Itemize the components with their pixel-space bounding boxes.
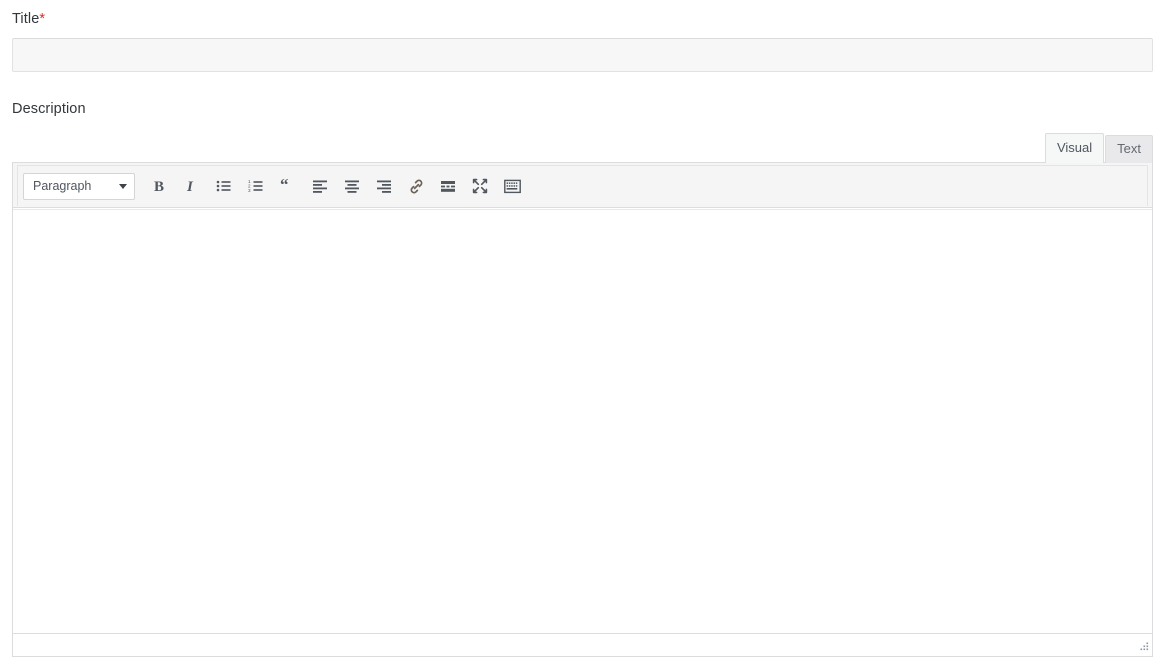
resize-grip-icon[interactable] — [1136, 640, 1150, 654]
editor-toolbar: Paragraph B I 1 2 3 “ — [13, 163, 1152, 208]
required-asterisk: * — [39, 11, 46, 27]
chevron-down-icon — [119, 183, 127, 189]
editor-toolbar-row: Paragraph B I 1 2 3 “ — [17, 165, 1148, 206]
title-label-text: Title — [12, 11, 40, 27]
title-input[interactable] — [12, 38, 1153, 72]
editor-container: Paragraph B I 1 2 3 “ — [12, 162, 1153, 657]
numbered-list-button[interactable]: 1 2 3 — [240, 172, 272, 201]
svg-text:B: B — [154, 179, 164, 194]
svg-text:3: 3 — [248, 188, 251, 193]
bold-button[interactable]: B — [144, 172, 176, 201]
align-center-button[interactable] — [336, 172, 368, 201]
editor-mode-tabs: Visual Text — [1044, 133, 1153, 163]
format-select-value: Paragraph — [33, 179, 92, 193]
description-editor: Visual Text Paragraph B I 1 2 3 “ — [12, 133, 1153, 657]
link-icon — [410, 179, 422, 193]
description-field-label: Description — [12, 101, 86, 117]
bullet-list-button[interactable] — [208, 172, 240, 201]
bold-icon: B — [154, 179, 164, 194]
svg-text:I: I — [186, 179, 194, 194]
unordered-list-icon — [216, 180, 231, 192]
tab-visual[interactable]: Visual — [1044, 133, 1105, 163]
fullscreen-button[interactable] — [464, 172, 496, 201]
insert-link-button[interactable] — [400, 172, 432, 201]
blockquote-icon: “ — [280, 178, 289, 194]
align-right-icon — [377, 180, 391, 193]
italic-icon: I — [186, 179, 194, 194]
svg-text:“: “ — [280, 178, 289, 194]
italic-button[interactable]: I — [176, 172, 208, 201]
align-left-button[interactable] — [304, 172, 336, 201]
align-right-button[interactable] — [368, 172, 400, 201]
fullscreen-icon — [472, 178, 488, 194]
align-left-icon — [313, 180, 327, 193]
editor-content-area[interactable] — [13, 209, 1152, 633]
title-field-label: Title* — [12, 10, 45, 28]
tab-text[interactable]: Text — [1105, 135, 1153, 163]
align-center-icon — [345, 180, 359, 193]
insert-more-icon — [441, 181, 455, 192]
edit-form-page: Title* Description Visual Text Paragraph — [0, 0, 1166, 669]
toolbar-toggle-button[interactable] — [496, 172, 528, 201]
editor-statusbar — [13, 633, 1152, 656]
read-more-button[interactable] — [432, 172, 464, 201]
format-select[interactable]: Paragraph — [23, 172, 135, 200]
blockquote-button[interactable]: “ — [272, 172, 304, 201]
ordered-list-icon: 1 2 3 — [248, 179, 263, 193]
keyboard-icon — [503, 179, 521, 193]
